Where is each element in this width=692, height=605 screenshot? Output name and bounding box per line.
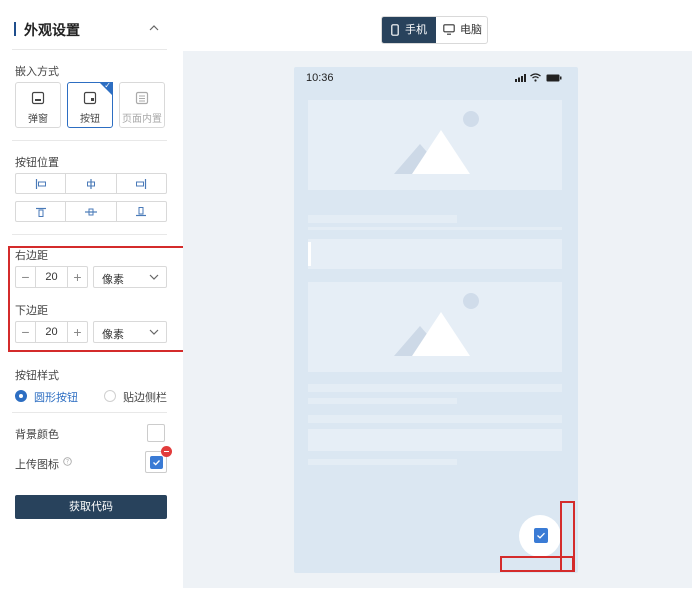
text-placeholder [308,384,562,392]
embed-option-label: 按钮 [80,114,100,125]
battery-icon [546,74,562,82]
radio-side-bar[interactable] [104,390,116,402]
align-left-option[interactable] [16,174,67,193]
popup-icon [31,91,45,105]
help-icon[interactable]: ? [63,457,72,466]
align-top-option[interactable] [16,202,67,221]
embed-option-button[interactable]: 按钮 ✓ [67,82,113,128]
bg-color-label: 背景颜色 [15,429,59,441]
tab-mobile-label: 手机 [405,24,427,36]
increment-button[interactable]: + [68,267,87,287]
cursor-placeholder [308,242,311,266]
embed-option-popup[interactable]: 弹窗 [15,82,61,128]
right-margin-input[interactable]: 20 [35,267,68,287]
divider [12,49,167,50]
right-margin-label: 右边距 [15,250,48,262]
text-placeholder [308,398,457,404]
button-mode-icon [83,91,97,105]
chevron-up-icon[interactable] [148,22,160,34]
unit-value: 像素 [102,329,124,341]
image-placeholder-icon [394,111,479,174]
image-placeholder [308,282,562,372]
unit-value: 像素 [102,274,124,286]
bottom-margin-label: 下边距 [15,305,48,317]
bottom-margin-unit-select[interactable]: 像素 [93,321,167,343]
monitor-icon [443,24,455,35]
embed-option-label: 页面内置 [122,114,162,125]
phone-icon [391,24,399,36]
right-margin-stepper: − 20 + [15,266,88,288]
round-button-label[interactable]: 圆形按钮 [34,389,78,405]
tab-desktop-label: 电脑 [460,24,482,36]
check-icon: ✓ [104,81,111,90]
right-margin-unit-select[interactable]: 像素 [93,266,167,288]
title-accent-bar [14,22,16,36]
align-top-icon [35,207,46,217]
text-placeholder [308,459,457,465]
text-placeholder [308,415,562,423]
align-left-icon [35,178,46,189]
horizontal-position-group [15,173,167,194]
device-toggle: 手机 电脑 [381,16,488,44]
highlight-bottom-margin [500,556,574,572]
inline-page-icon [135,91,149,105]
image-placeholder-icon [394,293,479,356]
tab-desktop[interactable]: 电脑 [436,17,488,43]
chevron-down-icon [149,274,159,280]
tab-mobile[interactable]: 手机 [382,17,436,43]
get-code-button[interactable]: 获取代码 [15,495,167,519]
content-placeholder [308,239,562,269]
chat-icon [534,528,548,543]
status-time: 10:36 [306,72,334,84]
radio-round-button[interactable] [15,390,27,402]
svg-text:?: ? [66,459,69,466]
panel-title: 外观设置 [24,22,80,38]
settings-sidebar: 外观设置 嵌入方式 弹窗 按钮 ✓ 页面内置 按钮位置 右边距 − 20 + 像… [0,0,185,605]
align-center-icon [86,178,95,189]
text-placeholder [308,215,457,223]
button-style-label: 按钮样式 [15,370,59,382]
align-center-option[interactable] [66,174,117,193]
align-middle-icon [84,208,97,215]
bottom-margin-stepper: − 20 + [15,321,88,343]
uploaded-icon [150,456,163,469]
divider [12,412,167,413]
align-middle-option[interactable] [66,202,117,221]
divider [12,234,167,235]
vertical-position-group [15,201,167,222]
appearance-header[interactable]: 外观设置 [14,18,164,40]
upload-icon-label: 上传图标 [15,459,59,471]
decrement-button[interactable]: − [16,267,35,287]
image-placeholder [308,100,562,190]
check-icon [153,460,160,466]
embed-option-inline[interactable]: 页面内置 [119,82,165,128]
chevron-down-icon [149,329,159,335]
remove-icon[interactable] [161,446,172,457]
bottom-margin-input[interactable]: 20 [35,322,68,342]
align-bottom-icon [136,206,147,216]
wifi-icon [530,73,541,82]
embed-option-label: 弹窗 [28,114,48,125]
align-right-option[interactable] [117,174,166,193]
content-placeholder [308,429,562,451]
bg-color-picker[interactable] [147,424,165,442]
button-position-label: 按钮位置 [15,157,59,169]
check-icon [537,532,545,539]
align-right-icon [136,178,147,189]
embed-mode-label: 嵌入方式 [15,66,59,78]
phone-preview: 10:36 [294,67,578,573]
side-bar-label[interactable]: 贴边侧栏 [123,389,167,405]
text-placeholder [308,227,562,230]
floating-chat-button[interactable] [519,515,561,557]
icon-upload-preview[interactable] [145,446,172,473]
increment-button[interactable]: + [68,322,87,342]
decrement-button[interactable]: − [16,322,35,342]
align-bottom-option[interactable] [117,202,166,221]
signal-icon [515,74,526,82]
divider [12,140,167,141]
